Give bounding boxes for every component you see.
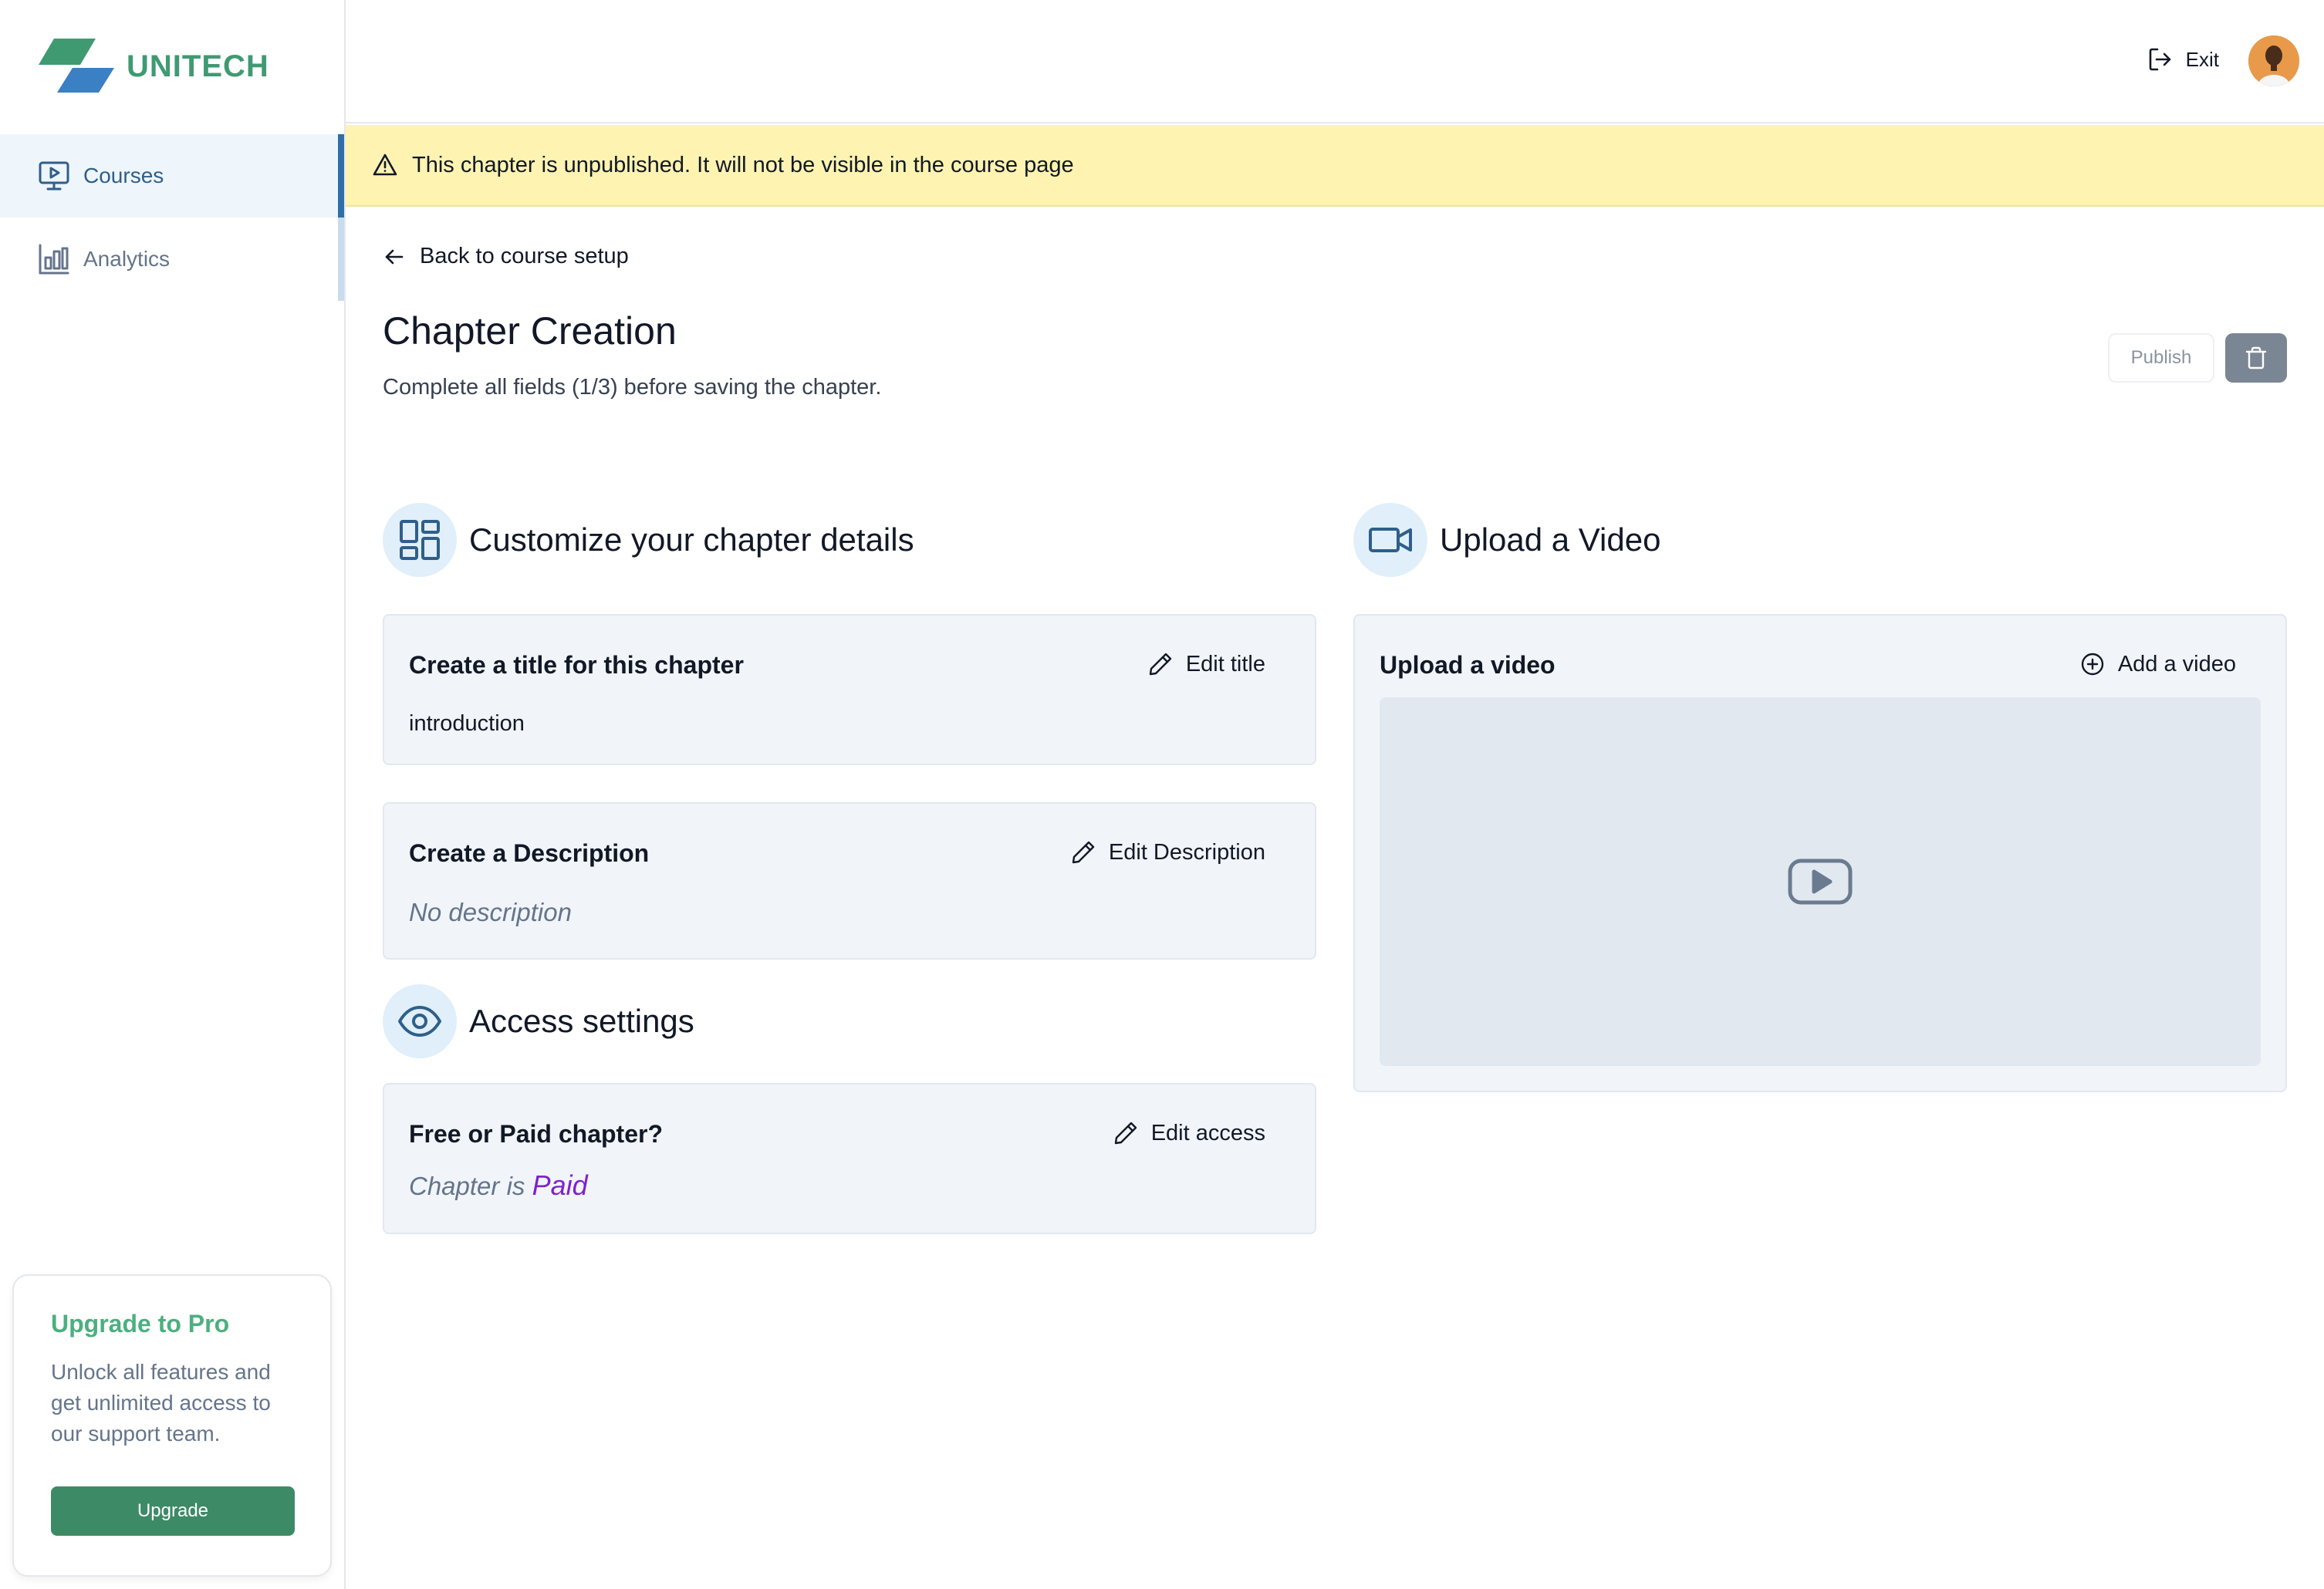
edit-description-label: Edit Description — [1108, 839, 1265, 865]
description-card: Create a Description Edit Description No… — [383, 802, 1316, 960]
card-heading: Create a title for this chapter — [409, 651, 744, 679]
video-placeholder[interactable] — [1380, 697, 2261, 1066]
youtube-play-icon — [1788, 859, 1853, 905]
card-heading: Create a Description — [409, 839, 650, 867]
upgrade-button[interactable]: Upgrade — [51, 1486, 295, 1536]
access-section-header: Access settings — [383, 984, 694, 1058]
eye-icon — [398, 1006, 441, 1037]
access-value: Chapter is Paid — [409, 1169, 588, 1202]
icon-badge — [1353, 503, 1427, 577]
add-video-button[interactable]: Add a video — [2079, 651, 2236, 677]
chapter-title-value: introduction — [409, 711, 525, 736]
access-status: Paid — [532, 1169, 588, 1201]
exit-button[interactable]: Exit — [2147, 46, 2219, 73]
pencil-icon — [1114, 1122, 1137, 1145]
description-value: No description — [409, 898, 572, 926]
edit-title-button[interactable]: Edit title — [1147, 651, 1265, 677]
exit-label: Exit — [2185, 47, 2219, 71]
warning-triangle-icon — [373, 154, 397, 176]
title-card: Create a title for this chapter Edit tit… — [383, 614, 1316, 765]
upgrade-card: Upgrade to Pro Unlock all features and g… — [12, 1274, 332, 1577]
plus-circle-icon — [2081, 653, 2104, 676]
top-bar: Exit — [346, 0, 2324, 123]
sidebar-item-label: Courses — [83, 164, 164, 187]
unitech-logo-icon — [39, 39, 114, 93]
nav-indicator — [338, 218, 344, 301]
upgrade-text: Unlock all features and get unlimited ac… — [51, 1360, 271, 1446]
active-indicator — [338, 134, 344, 218]
sidebar: UNITECH Courses Analytics Upgrade to Pro… — [0, 0, 346, 1589]
edit-title-label: Edit title — [1185, 651, 1265, 676]
page-subtitle: Complete all fields (1/3) before saving … — [383, 375, 882, 400]
arrow-left-icon — [385, 249, 404, 264]
back-to-course-link[interactable]: Back to course setup — [383, 244, 629, 269]
unpublished-banner: This chapter is unpublished. It will not… — [346, 125, 2324, 207]
back-label: Back to course setup — [420, 244, 629, 268]
upgrade-title: Upgrade to Pro — [51, 1310, 230, 1338]
trash-icon — [2245, 346, 2267, 369]
section-title: Upload a Video — [1440, 521, 1661, 558]
log-out-icon — [2149, 48, 2170, 71]
avatar[interactable] — [2248, 35, 2299, 86]
video-section-header: Upload a Video — [1353, 503, 1660, 577]
publish-button[interactable]: Publish — [2108, 333, 2214, 383]
bar-chart-icon — [39, 244, 69, 275]
sidebar-nav: Courses Analytics — [0, 134, 344, 301]
edit-access-label: Edit access — [1150, 1120, 1265, 1145]
user-avatar-icon — [2248, 35, 2299, 86]
banner-text: This chapter is unpublished. It will not… — [412, 152, 1074, 177]
pencil-icon — [1072, 841, 1095, 864]
monitor-play-icon — [39, 161, 69, 191]
icon-badge — [383, 984, 457, 1058]
sidebar-item-label: Analytics — [83, 247, 171, 271]
section-title: Customize your chapter details — [469, 521, 914, 558]
add-video-label: Add a video — [2117, 651, 2236, 676]
customize-section-header: Customize your chapter details — [383, 503, 914, 577]
video-card: Upload a video Add a video — [1353, 614, 2287, 1092]
section-title: Access settings — [469, 1003, 694, 1039]
icon-badge — [383, 503, 457, 577]
video-camera-icon — [1369, 528, 1412, 552]
edit-access-button[interactable]: Edit access — [1113, 1120, 1265, 1146]
card-heading: Upload a video — [1380, 651, 1556, 679]
sidebar-item-analytics[interactable]: Analytics — [0, 218, 344, 301]
access-prefix: Chapter is — [409, 1172, 525, 1200]
access-card: Free or Paid chapter? Edit access Chapte… — [383, 1083, 1316, 1234]
card-heading: Free or Paid chapter? — [409, 1120, 663, 1148]
pencil-icon — [1149, 653, 1172, 676]
logo[interactable]: UNITECH — [37, 37, 269, 96]
edit-description-button[interactable]: Edit Description — [1070, 839, 1265, 865]
delete-button[interactable] — [2225, 333, 2287, 383]
layout-dashboard-icon — [400, 520, 440, 560]
brand-name: UNITECH — [127, 49, 269, 83]
page-title: Chapter Creation — [383, 309, 677, 353]
sidebar-item-courses[interactable]: Courses — [0, 134, 344, 218]
